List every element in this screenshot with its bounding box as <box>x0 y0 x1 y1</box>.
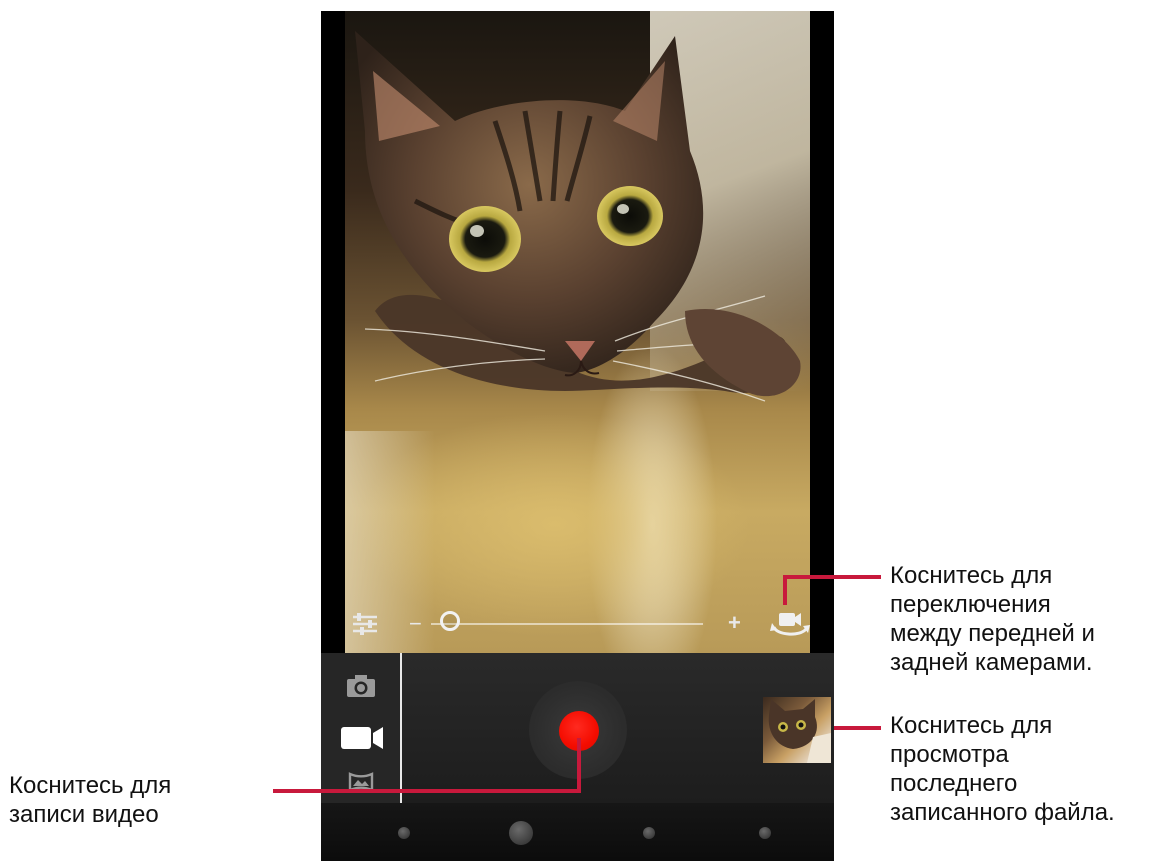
callout-text-line: Коснитесь для <box>9 772 172 799</box>
zoom-bar: − + <box>345 603 810 647</box>
zoom-slider-handle[interactable] <box>439 611 460 631</box>
callout-line-switch-horizontal <box>783 575 881 579</box>
cat-preview-image <box>355 31 801 402</box>
callout-text-line: задней камерами. <box>890 649 1093 676</box>
home-dot-icon[interactable] <box>509 821 533 845</box>
callout-view-last: Коснитесь для просмотра последнего запис… <box>890 711 1115 827</box>
last-recording-thumbnail[interactable] <box>763 697 831 763</box>
menu-dot-icon[interactable] <box>759 827 771 839</box>
zoom-slider-track[interactable] <box>431 623 703 625</box>
callout-record: Коснитесь для записи видео <box>9 771 171 829</box>
settings-sliders-icon[interactable] <box>351 611 379 637</box>
callout-text-line: переключения <box>890 591 1051 618</box>
camera-icon[interactable] <box>345 673 377 699</box>
thumbnail-cat-image <box>768 699 831 763</box>
mode-divider <box>400 653 402 803</box>
mode-switcher <box>321 653 400 803</box>
zoom-in-button[interactable]: + <box>728 612 741 634</box>
callout-text-line: Коснитесь для <box>890 562 1053 589</box>
camera-viewfinder[interactable] <box>345 11 810 653</box>
callout-text-line: Коснитесь для <box>890 712 1053 739</box>
callout-text-line: просмотра <box>890 741 1009 768</box>
recent-dot-icon[interactable] <box>643 827 655 839</box>
callout-line-switch-vertical <box>783 575 787 605</box>
back-dot-icon[interactable] <box>398 827 410 839</box>
navigation-bar <box>321 803 834 861</box>
zoom-out-button[interactable]: − <box>409 613 422 635</box>
callout-line-record-horizontal <box>273 789 581 793</box>
phone-screen: − + <box>321 11 834 861</box>
video-camera-icon[interactable] <box>339 723 385 753</box>
callout-switch-camera: Коснитесь для переключения между передне… <box>890 561 1095 677</box>
switch-camera-icon[interactable] <box>770 609 810 641</box>
callout-text-line: записи видео <box>9 801 159 828</box>
callout-text-line: записанного файла. <box>890 799 1115 826</box>
callout-line-record-vertical <box>577 738 581 792</box>
callout-line-thumbnail <box>834 726 881 730</box>
callout-text-line: между передней и <box>890 620 1095 647</box>
callout-text-line: последнего <box>890 770 1018 797</box>
